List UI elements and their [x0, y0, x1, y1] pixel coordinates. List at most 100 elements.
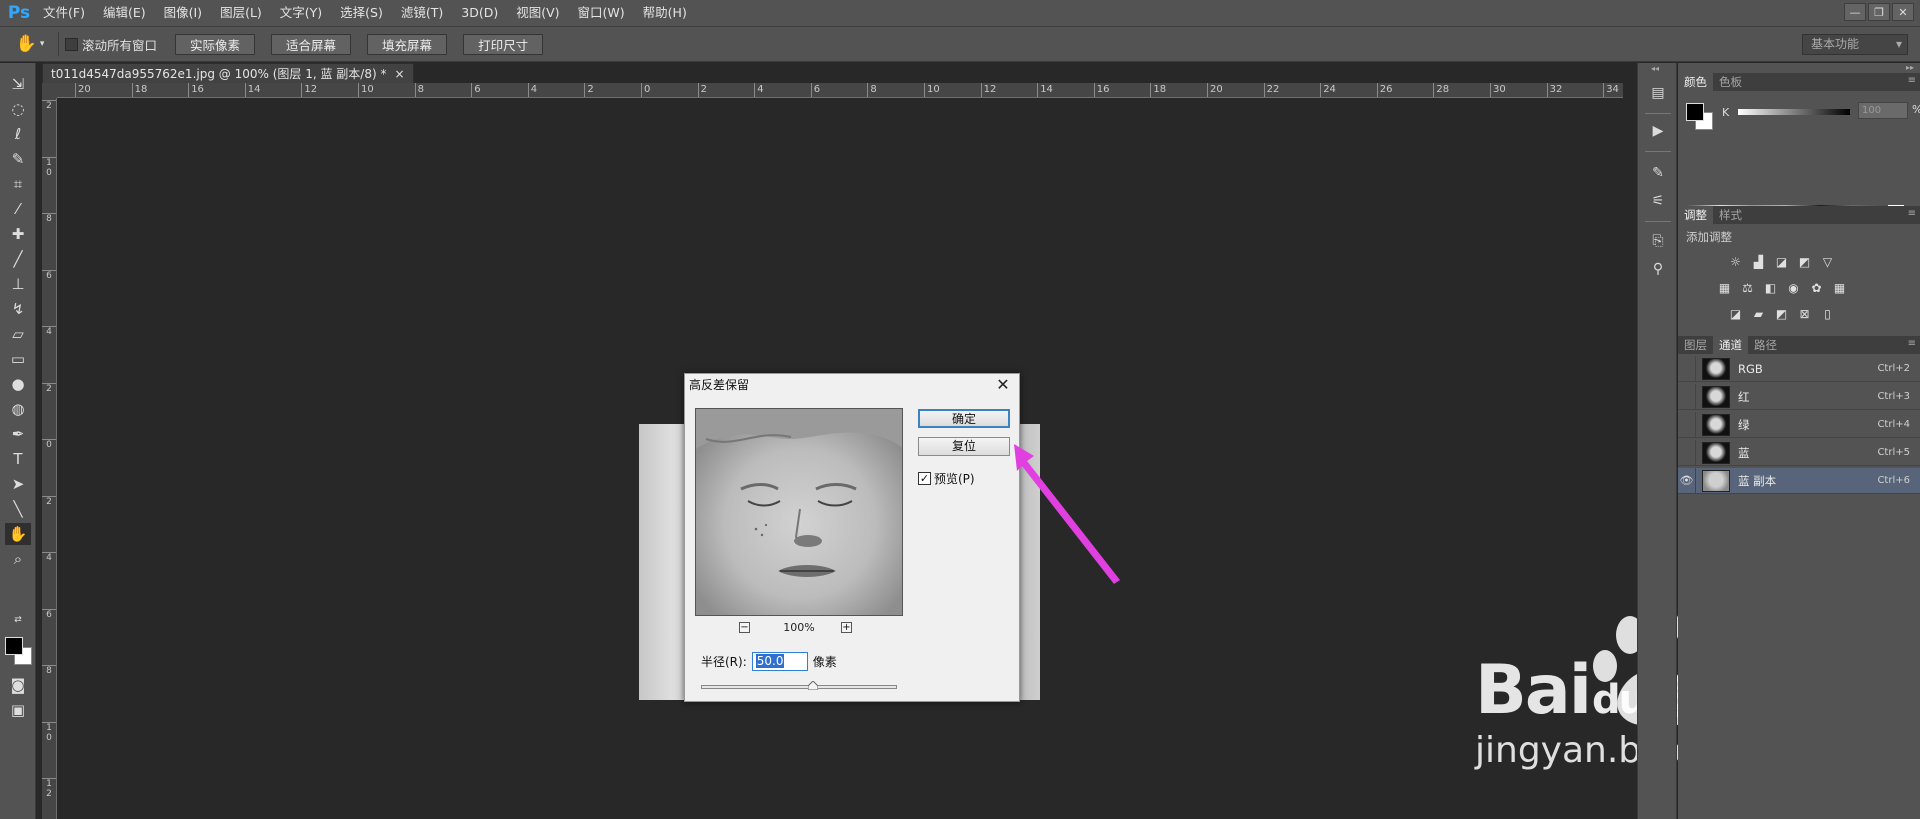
minimize-button[interactable]: — — [1844, 3, 1866, 21]
foreground-color-box[interactable] — [1686, 103, 1704, 121]
visibility-toggle[interactable] — [1678, 439, 1696, 466]
tab-layers[interactable]: 图层 — [1678, 336, 1713, 354]
posterize-icon[interactable]: ▰ — [1750, 307, 1767, 322]
levels-icon[interactable]: ▟ — [1750, 255, 1767, 270]
print-size-button[interactable]: 打印尺寸 — [463, 33, 544, 55]
dodge-tool-icon[interactable]: ◍ — [5, 398, 31, 420]
menu-edit[interactable]: 编辑(E) — [94, 0, 155, 26]
filter-preview[interactable] — [695, 408, 903, 616]
vibrance-icon[interactable]: ▽ — [1819, 255, 1836, 270]
invert-icon[interactable]: ◪ — [1727, 307, 1744, 322]
quick-mask-icon[interactable]: ◙ — [5, 674, 31, 696]
history-panel-icon[interactable]: ▤ — [1647, 85, 1669, 105]
close-window-button[interactable]: ✕ — [1892, 3, 1914, 21]
collapse-panels-icon[interactable]: ▸▸ — [1906, 63, 1914, 72]
threshold-icon[interactable]: ◩ — [1773, 307, 1790, 322]
color-lookup-icon[interactable]: ▦ — [1831, 281, 1848, 296]
visibility-toggle[interactable]: 👁 — [1678, 467, 1696, 494]
color-balance-icon[interactable]: ⚖ — [1739, 281, 1756, 296]
channel-row[interactable]: RGB Ctrl+2 — [1678, 355, 1920, 382]
workspace-select[interactable]: 基本功能 — [1802, 34, 1908, 55]
channel-row[interactable]: 绿 Ctrl+4 — [1678, 411, 1920, 438]
menu-filter[interactable]: 滤镜(T) — [392, 0, 452, 26]
radius-value[interactable]: 50.0 — [755, 654, 785, 668]
visibility-toggle[interactable] — [1678, 383, 1696, 410]
swap-colors-icon[interactable]: ⇄ — [5, 613, 31, 627]
restore-button[interactable]: ❐ — [1868, 3, 1890, 21]
channel-row[interactable]: 蓝 Ctrl+5 — [1678, 439, 1920, 466]
blur-tool-icon[interactable]: ● — [5, 373, 31, 395]
tab-adjustments[interactable]: 调整 — [1678, 206, 1713, 224]
visibility-toggle[interactable] — [1678, 411, 1696, 438]
checkbox-box[interactable] — [65, 37, 78, 51]
curves-icon[interactable]: ◪ — [1773, 255, 1790, 270]
selective-color-icon[interactable]: ⊠ — [1796, 307, 1813, 322]
menu-file[interactable]: 文件(F) — [34, 0, 94, 26]
fit-screen-button[interactable]: 适合屏幕 — [271, 33, 352, 55]
menu-window[interactable]: 窗口(W) — [569, 0, 634, 26]
tab-styles[interactable]: 样式 — [1713, 206, 1748, 224]
healing-brush-tool-icon[interactable]: ✚ — [5, 223, 31, 245]
gradient-map-icon[interactable]: ▯ — [1819, 307, 1836, 322]
path-select-tool-icon[interactable]: ➤ — [5, 473, 31, 495]
menu-3d[interactable]: 3D(D) — [452, 0, 507, 26]
type-tool-icon[interactable]: T — [5, 448, 31, 470]
exposure-icon[interactable]: ◩ — [1796, 255, 1813, 270]
ok-button[interactable]: 确定 — [918, 409, 1010, 428]
k-value-input[interactable]: 100 — [1858, 102, 1908, 119]
hand-tool-icon[interactable]: ✋ — [5, 523, 31, 545]
dialog-close-icon[interactable]: ✕ — [993, 376, 1013, 394]
screen-mode-icon[interactable]: ▣ — [5, 699, 31, 721]
checkbox-check-icon[interactable]: ✓ — [918, 472, 931, 485]
menu-select[interactable]: 选择(S) — [331, 0, 392, 26]
eraser-tool-icon[interactable]: ▱ — [5, 323, 31, 345]
visibility-toggle[interactable] — [1678, 355, 1696, 382]
move-tool-icon[interactable]: ⇲ — [5, 73, 31, 95]
marquee-tool-icon[interactable]: ◌ — [5, 98, 31, 120]
radius-slider-track[interactable] — [701, 685, 897, 689]
zoom-in-button[interactable]: + — [841, 622, 852, 633]
photo-filter-icon[interactable]: ◉ — [1785, 281, 1802, 296]
scroll-all-windows-checkbox[interactable]: 滚动所有窗口 — [65, 35, 157, 54]
actions-panel-icon[interactable]: ▶ — [1647, 123, 1669, 143]
brush-panel-icon[interactable]: ✎ — [1647, 165, 1669, 185]
panel-menu-icon[interactable]: ≡ — [1908, 338, 1916, 349]
menu-type[interactable]: 文字(Y) — [271, 0, 331, 26]
gradient-tool-icon[interactable]: ▭ — [5, 348, 31, 370]
reset-button[interactable]: 复位 — [918, 437, 1010, 456]
menu-layer[interactable]: 图层(L) — [211, 0, 271, 26]
menu-help[interactable]: 帮助(H) — [634, 0, 696, 26]
crop-tool-icon[interactable]: ⌗ — [5, 173, 31, 195]
fill-screen-button[interactable]: 填充屏幕 — [367, 33, 448, 55]
history-brush-tool-icon[interactable]: ↯ — [5, 298, 31, 320]
horizontal-ruler[interactable]: 20 18 16 14 12 10 8 6 4 2 0 2 4 6 8 10 12 14 16 18 20 22 24 26 2… — [57, 83, 1623, 98]
zoom-tool-icon[interactable]: ⌕ — [5, 548, 31, 570]
close-tab-icon[interactable]: × — [394, 67, 404, 81]
lasso-tool-icon[interactable]: ℓ — [5, 123, 31, 145]
channel-row-selected[interactable]: 👁 蓝 副本 Ctrl+6 — [1678, 467, 1920, 494]
foreground-color-swatch[interactable] — [5, 637, 23, 655]
black-white-icon[interactable]: ◧ — [1762, 281, 1779, 296]
eyedropper-tool-icon[interactable]: ⁄ — [5, 198, 31, 220]
clone-source-icon[interactable]: ⎘ — [1647, 233, 1669, 253]
channel-row[interactable]: 红 Ctrl+3 — [1678, 383, 1920, 410]
radius-input[interactable]: 50.0 — [751, 652, 808, 671]
clone-stamp-tool-icon[interactable]: ⊥ — [5, 273, 31, 295]
quick-select-tool-icon[interactable]: ✎ — [5, 148, 31, 170]
document-tab[interactable]: t011d4547da955762e1.jpg @ 100% (图层 1, 蓝 … — [42, 63, 414, 83]
line-tool-icon[interactable]: ╲ — [5, 498, 31, 520]
collapse-icon[interactable]: ◂◂ — [1651, 64, 1659, 73]
tool-preset-picker[interactable]: ✋ ▾ — [8, 29, 52, 59]
actual-pixels-button[interactable]: 实际像素 — [175, 33, 256, 55]
brightness-contrast-icon[interactable]: ☼ — [1727, 255, 1744, 270]
radius-slider-thumb[interactable] — [807, 681, 818, 690]
preview-checkbox[interactable]: ✓ 预览(P) — [918, 470, 975, 487]
ruler-origin[interactable] — [42, 83, 57, 98]
panel-menu-icon[interactable]: ≡ — [1908, 208, 1916, 219]
menu-image[interactable]: 图像(I) — [155, 0, 211, 26]
brush-presets-icon[interactable]: ⚟ — [1647, 193, 1669, 213]
tool-presets-icon[interactable]: ⚲ — [1647, 261, 1669, 281]
menu-view[interactable]: 视图(V) — [507, 0, 568, 26]
brush-tool-icon[interactable]: ╱ — [5, 248, 31, 270]
vertical-ruler[interactable]: 2 1 0 8 6 4 2 0 2 4 6 8 1 0 1 2 — [42, 98, 57, 819]
